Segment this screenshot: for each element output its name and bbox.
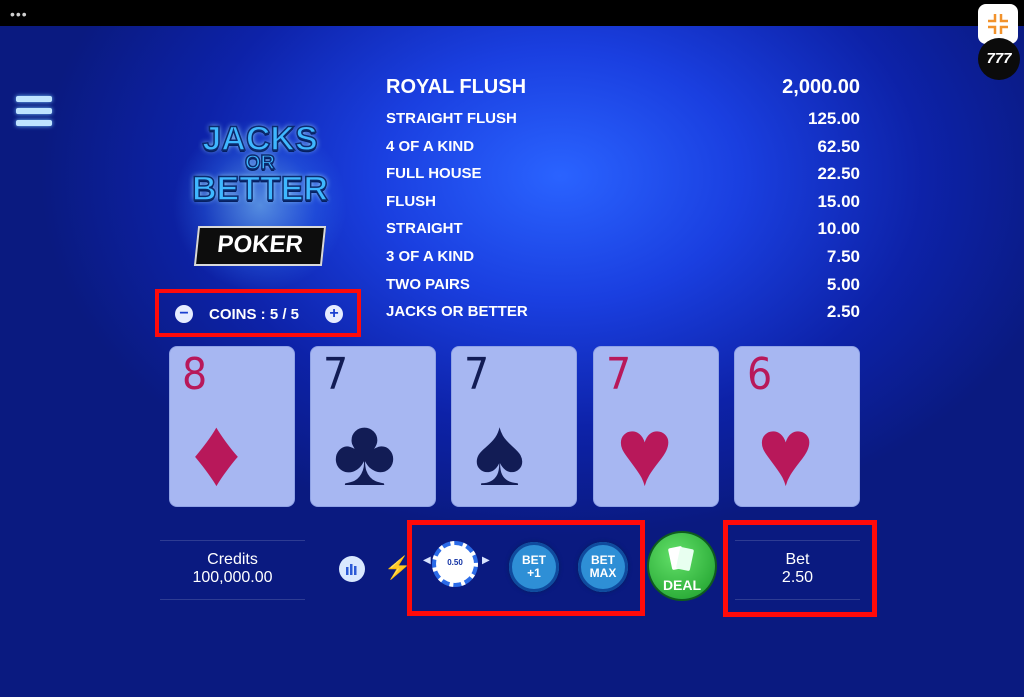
collapse-icon	[988, 14, 1008, 34]
paytable-payout: 62.50	[817, 136, 860, 156]
paytable-payout: 22.50	[817, 164, 860, 184]
coins-increase-button[interactable]: +	[325, 305, 343, 323]
paytable-row: TWO PAIRS 5.00	[386, 271, 860, 299]
paytable-hand: JACKS OR BETTER	[386, 303, 528, 321]
club-suit-icon: ♣	[333, 399, 396, 506]
heart-suit-icon: ♥	[616, 399, 673, 506]
hamburger-menu-icon[interactable]	[16, 96, 52, 130]
coins-label: COINS : 5 / 5	[209, 306, 300, 323]
coins-selector: − COINS : 5 / 5 +	[155, 289, 361, 337]
bet-value: 2.50	[781, 569, 814, 586]
card-rank: 7	[464, 349, 490, 400]
paytable-row: STRAIGHT FLUSH 125.00	[386, 105, 860, 133]
playing-card[interactable]: 7 ♠	[451, 346, 577, 507]
paytable-hand: STRAIGHT FLUSH	[386, 110, 517, 127]
card-rank: 7	[323, 349, 349, 400]
paytable-row: 3 OF A KIND 7.50	[386, 243, 860, 271]
paytable-hand: 4 OF A KIND	[386, 137, 475, 155]
paytable-row: ROYAL FLUSH 2,000.00	[386, 76, 860, 99]
bar-chart-icon	[346, 564, 357, 575]
paytable-hand: FLUSH	[386, 192, 436, 210]
deal-button[interactable]: DEAL	[649, 533, 715, 599]
playing-card[interactable]: 6 ♥	[734, 346, 860, 507]
paytable-hand: FULL HOUSE	[386, 165, 482, 183]
chip-right-arrow-icon[interactable]: ▶	[482, 555, 490, 566]
diamond-suit-icon: ♦	[192, 399, 241, 506]
paytable-payout: 15.00	[817, 191, 860, 211]
playing-card[interactable]: 7 ♥	[593, 346, 719, 507]
paytable-payout: 2.50	[826, 302, 860, 322]
paytable-payout: 10.00	[817, 219, 860, 239]
logo-poker-banner: POKER	[193, 226, 327, 266]
paytable-row: 4 OF A KIND 62.50	[386, 133, 860, 161]
credits-panel: Credits 100,000.00	[160, 540, 305, 600]
game-badge[interactable]: 777	[978, 38, 1020, 80]
chip-value: 0.50	[447, 558, 463, 567]
bet-max-label: BET MAX	[589, 553, 617, 580]
bet-one-button[interactable]: BET +1	[509, 542, 559, 592]
coins-decrease-button[interactable]: −	[175, 305, 193, 323]
bet-panel: Bet 2.50	[735, 540, 860, 600]
paytable-hand: 3 OF A KIND	[386, 247, 475, 265]
window-dots-icon[interactable]: •••	[10, 6, 28, 22]
credits-value: 100,000.00	[192, 569, 273, 586]
paytable-payout: 125.00	[808, 109, 860, 128]
paytable-payout: 5.00	[826, 274, 860, 294]
paytable-payout: 2,000.00	[782, 76, 860, 98]
card-rank: 8	[182, 349, 208, 400]
paytable: ROYAL FLUSH 2,000.00 STRAIGHT FLUSH 125.…	[386, 76, 860, 326]
bet-one-label: BET +1	[522, 553, 546, 580]
paytable-row: FULL HOUSE 22.50	[386, 160, 860, 188]
card-rank: 6	[747, 349, 773, 400]
deal-label: DEAL	[662, 577, 702, 593]
paytable-row: STRAIGHT 10.00	[386, 215, 860, 243]
game-logo: JACKS OR BETTER POKER	[170, 119, 350, 290]
paytable-row: FLUSH 15.00	[386, 188, 860, 216]
top-bar: •••	[0, 0, 1024, 26]
paytable-row: JACKS OR BETTER 2.50	[386, 298, 860, 326]
logo-line-3: BETTER	[191, 169, 329, 209]
playing-card[interactable]: 8 ♦	[169, 346, 295, 507]
paytable-payout: 7.50	[826, 246, 860, 266]
paytable-hand: TWO PAIRS	[386, 275, 470, 293]
credits-label: Credits	[207, 551, 258, 568]
paytable-hand: STRAIGHT	[386, 220, 463, 238]
deal-cards-icon-back	[675, 546, 695, 572]
heart-suit-icon: ♥	[757, 399, 814, 506]
stats-icon[interactable]	[339, 556, 365, 582]
coin-value-chip[interactable]: 0.50	[432, 541, 478, 587]
playing-card[interactable]: 7 ♣	[310, 346, 436, 507]
spade-suit-icon: ♠	[474, 399, 525, 506]
paytable-hand: ROYAL FLUSH	[386, 76, 527, 98]
bet-max-button[interactable]: BET MAX	[578, 542, 628, 592]
card-rank: 7	[606, 349, 632, 400]
chip-left-arrow-icon[interactable]: ◀	[423, 555, 431, 566]
bet-label: Bet	[785, 551, 810, 568]
